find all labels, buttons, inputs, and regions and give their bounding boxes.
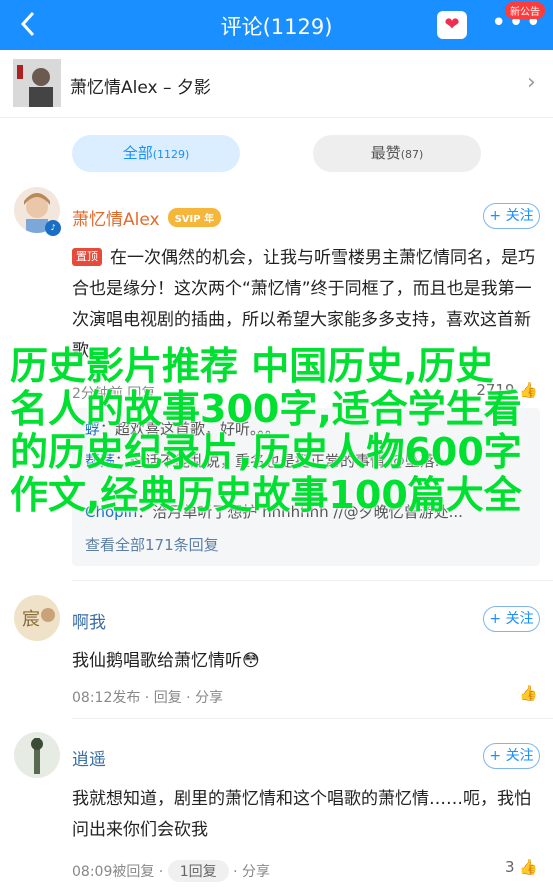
- share-link[interactable]: 分享: [242, 864, 270, 880]
- like-button[interactable]: 👍: [519, 684, 538, 702]
- song-bar[interactable]: 萧忆情Alex – 夕影 ›: [0, 50, 553, 118]
- follow-button[interactable]: + 关注: [483, 203, 540, 229]
- vip-label: SVIP: [174, 214, 201, 225]
- comment-username[interactable]: 逍遥: [72, 745, 106, 770]
- comment-meta: 08:09被回复 · 1回复 · 分享: [72, 860, 270, 882]
- comment-time: 08:09被回复: [72, 864, 155, 880]
- pinned-badge: 置顶: [72, 248, 102, 266]
- overlay-watermark-text: 历史影片推荐 中国历史,历史名人的故事300字,适合学生看的历史纪录片,历史人物…: [10, 344, 522, 517]
- chevron-right-icon: ›: [527, 70, 536, 95]
- tab-all-label: 全部: [122, 144, 153, 162]
- page-title: 评论(1129): [220, 15, 333, 39]
- like-count: 3: [504, 858, 515, 876]
- divider: [72, 580, 553, 581]
- top-bar: 评论(1129) ❤ ••• 新公告: [0, 0, 553, 50]
- tab-all-count: (1129): [152, 148, 190, 161]
- vip-badge: SVIP 年: [167, 208, 222, 227]
- heart-button[interactable]: ❤: [437, 11, 467, 39]
- comment-username[interactable]: 啊我: [72, 608, 106, 633]
- reply-count-pill[interactable]: 1回复: [167, 860, 229, 882]
- heart-icon: ❤: [444, 14, 460, 35]
- avatar[interactable]: [14, 732, 60, 778]
- tab-most-liked[interactable]: 最赞(87): [313, 135, 481, 172]
- tab-all[interactable]: 全部(1129): [72, 135, 240, 172]
- comment-text: 我就想知道，剧里的萧忆情和这个唱歌的萧忆情……呃，我怕问出来你们会砍我: [72, 789, 531, 840]
- song-title: 萧忆情Alex – 夕影: [70, 78, 211, 98]
- thumbs-up-icon: 👍: [519, 684, 538, 702]
- like-button[interactable]: 3 👍: [505, 858, 538, 876]
- comment-text: 我仙鹅唱歌给萧忆情听😳: [72, 651, 260, 671]
- new-notice-badge[interactable]: 新公告: [505, 2, 545, 19]
- album-cover: [13, 59, 61, 107]
- follow-button[interactable]: + 关注: [483, 606, 540, 632]
- comment-time: 08:12发布: [72, 690, 141, 706]
- verified-icon: ♪: [45, 220, 61, 236]
- svg-text:宸: 宸: [22, 609, 40, 630]
- follow-button[interactable]: + 关注: [483, 743, 540, 769]
- tab-hot-count: (87): [400, 148, 424, 161]
- comment-reply-link[interactable]: 回复: [154, 690, 182, 706]
- view-all-replies-link[interactable]: 查看全部171条回复: [85, 534, 219, 555]
- comment-username[interactable]: 萧忆情Alex SVIP 年: [72, 205, 222, 230]
- username-text: 萧忆情Alex: [72, 210, 160, 230]
- comment-meta: 08:12发布 · 回复 · 分享: [72, 690, 224, 706]
- share-link[interactable]: 分享: [195, 690, 223, 706]
- vip-suffix: 年: [204, 214, 215, 225]
- avatar[interactable]: 宸: [14, 595, 60, 641]
- thumbs-up-icon: 👍: [519, 858, 538, 876]
- tab-hot-label: 最赞: [370, 144, 401, 162]
- divider: [72, 718, 553, 719]
